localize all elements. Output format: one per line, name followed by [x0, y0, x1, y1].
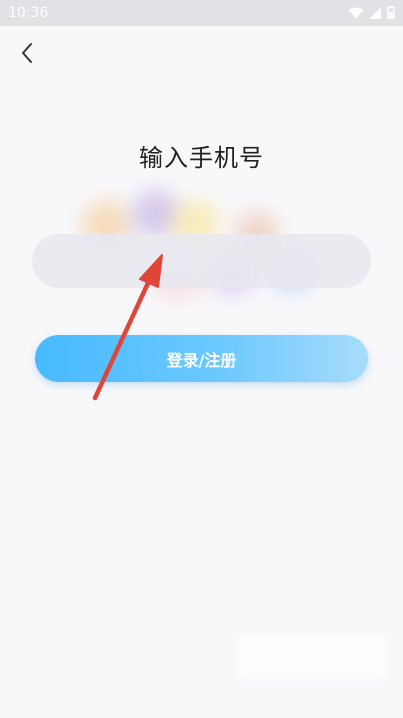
blurred-area [238, 636, 386, 680]
status-time: 10:36 [8, 5, 49, 21]
status-bar: 10:36 [0, 0, 403, 26]
back-button[interactable] [12, 38, 42, 68]
page-title: 输入手机号 [139, 144, 264, 172]
login-register-button[interactable]: 登录/注册 [35, 335, 368, 382]
wifi-icon [349, 7, 363, 19]
status-icons [349, 6, 395, 19]
chevron-left-icon [22, 43, 32, 63]
phone-input[interactable] [32, 234, 371, 288]
signal-icon [369, 6, 381, 19]
battery-icon [387, 6, 395, 19]
